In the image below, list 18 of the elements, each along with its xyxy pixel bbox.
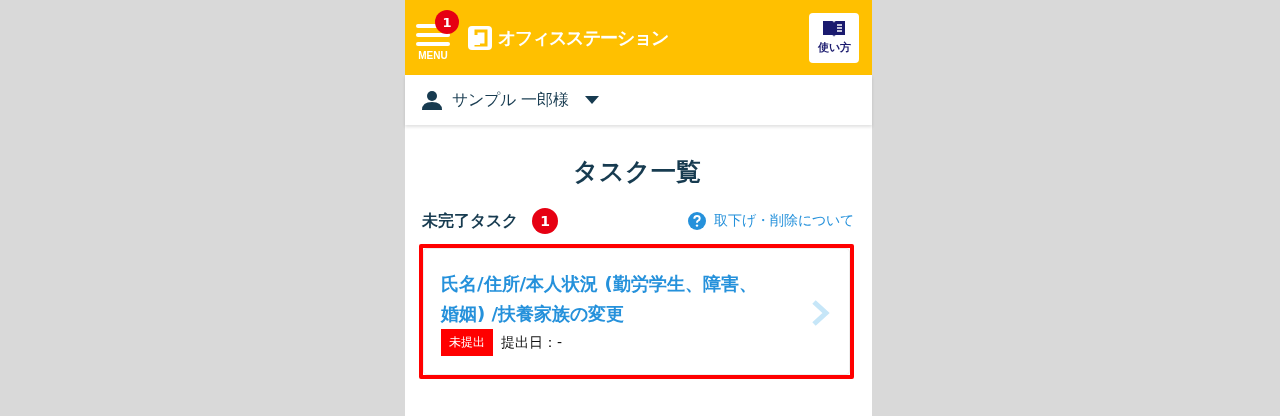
chevron-right-icon	[811, 299, 831, 326]
logo-icon	[468, 25, 492, 50]
help-link[interactable]: 取下げ・削除について	[714, 212, 854, 230]
task-title: 氏名/住所/本人状況 (勤労学生、障害、婚姻) /扶養家族の変更	[441, 272, 758, 326]
count-badge: 1	[532, 208, 558, 234]
submission-date: 提出日：-	[501, 333, 563, 352]
user-menu-button[interactable]: サンプル 一郎様	[452, 89, 600, 111]
notification-badge: 1	[435, 10, 459, 34]
logo-text: オフィスステーション	[498, 25, 668, 50]
task-card[interactable]: 氏名/住所/本人状況 (勤労学生、障害、婚姻) /扶養家族の変更 未提出 提出日：-	[419, 244, 854, 379]
status-tag: 未提出	[441, 329, 493, 356]
help-button[interactable]: 使い方	[809, 12, 859, 63]
page-title: タスク一覧	[571, 156, 702, 188]
user-icon	[422, 90, 442, 110]
section-title: 未完了タスク	[422, 210, 518, 232]
caret-icon	[585, 96, 600, 104]
book-icon	[822, 20, 846, 38]
help-icon	[688, 212, 706, 230]
